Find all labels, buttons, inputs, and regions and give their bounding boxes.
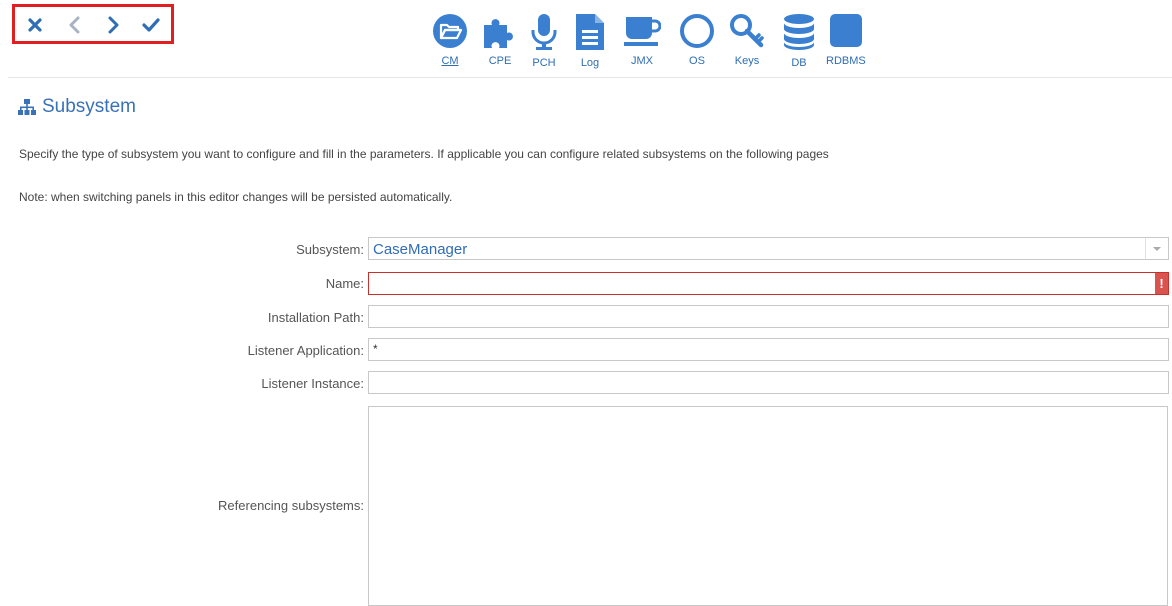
referencing-subsystems-list[interactable] bbox=[368, 406, 1168, 606]
installation-path-label: Installation Path: bbox=[267, 310, 364, 325]
section-note: Note: when switching panels in this edit… bbox=[19, 190, 453, 204]
subsystem-select-value: CaseManager bbox=[373, 241, 468, 258]
name-field[interactable]: ! bbox=[368, 272, 1169, 295]
dropdown-toggle[interactable] bbox=[1145, 238, 1168, 259]
close-button[interactable] bbox=[21, 11, 49, 39]
close-icon bbox=[28, 18, 42, 32]
toolbar-item-label: OS bbox=[689, 55, 705, 67]
forward-button[interactable] bbox=[99, 11, 127, 39]
square-icon bbox=[829, 14, 862, 47]
database-icon bbox=[784, 14, 814, 50]
installation-path-field[interactable] bbox=[368, 305, 1169, 328]
listener-application-value: * bbox=[373, 342, 378, 356]
checkmark-icon bbox=[142, 18, 160, 32]
toolbar-item-label: RDBMS bbox=[826, 55, 866, 67]
listener-application-label: Listener Application: bbox=[247, 343, 364, 358]
section-description: Specify the type of subsystem you want t… bbox=[19, 147, 829, 161]
toolbar-item-keys[interactable]: Keys bbox=[729, 13, 765, 68]
coffee-cup-icon bbox=[624, 17, 661, 46]
listener-application-field[interactable]: * bbox=[368, 338, 1169, 361]
document-icon bbox=[576, 14, 604, 50]
toolbar-item-rdbms[interactable]: RDBMS bbox=[826, 13, 866, 68]
toolbar: CM CPE PCH Log JMX OS Keys DB RDBMS bbox=[8, 4, 1172, 78]
referencing-subsystems-label: Referencing subsystems: bbox=[218, 498, 364, 513]
toolbar-item-label: JMX bbox=[631, 55, 653, 67]
puzzle-piece-icon bbox=[484, 19, 513, 48]
toolbar-item-jmx[interactable]: JMX bbox=[623, 13, 661, 68]
microphone-icon bbox=[531, 14, 557, 50]
toolbar-item-label: CM bbox=[441, 55, 459, 67]
navigation-button-group bbox=[12, 4, 174, 44]
folder-open-icon bbox=[433, 14, 467, 48]
section-title-text: Subsystem bbox=[42, 96, 136, 117]
toolbar-item-cm[interactable]: CM bbox=[432, 13, 468, 68]
toolbar-item-label: Log bbox=[580, 57, 600, 69]
toolbar-item-cpe[interactable]: CPE bbox=[481, 13, 519, 68]
toolbar-item-pch[interactable]: PCH bbox=[529, 13, 559, 70]
error-indicator: ! bbox=[1155, 273, 1168, 294]
toolbar-item-log[interactable]: Log bbox=[574, 13, 606, 70]
subsystem-label: Subsystem: bbox=[296, 242, 364, 257]
subsystem-select[interactable]: CaseManager bbox=[368, 237, 1169, 260]
confirm-button[interactable] bbox=[137, 11, 165, 39]
toolbar-item-label: PCH bbox=[532, 57, 556, 69]
listener-instance-field[interactable] bbox=[368, 371, 1169, 394]
chevron-left-icon bbox=[69, 16, 80, 34]
toolbar-item-db[interactable]: DB bbox=[781, 13, 817, 70]
toolbar-item-os[interactable]: OS bbox=[679, 13, 715, 68]
section-title: Subsystem bbox=[18, 96, 136, 118]
toolbar-item-label: CPE bbox=[488, 55, 512, 67]
caret-down-icon bbox=[1153, 246, 1161, 251]
name-label: Name: bbox=[325, 276, 364, 291]
toolbar-item-label: Keys bbox=[734, 55, 760, 67]
circle-icon bbox=[680, 14, 714, 48]
chevron-right-icon bbox=[108, 16, 119, 34]
sitemap-icon bbox=[18, 99, 36, 115]
toolbar-item-label: DB bbox=[791, 57, 807, 69]
key-icon bbox=[730, 14, 764, 48]
listener-instance-label: Listener Instance: bbox=[261, 376, 364, 391]
back-button[interactable] bbox=[61, 11, 89, 39]
